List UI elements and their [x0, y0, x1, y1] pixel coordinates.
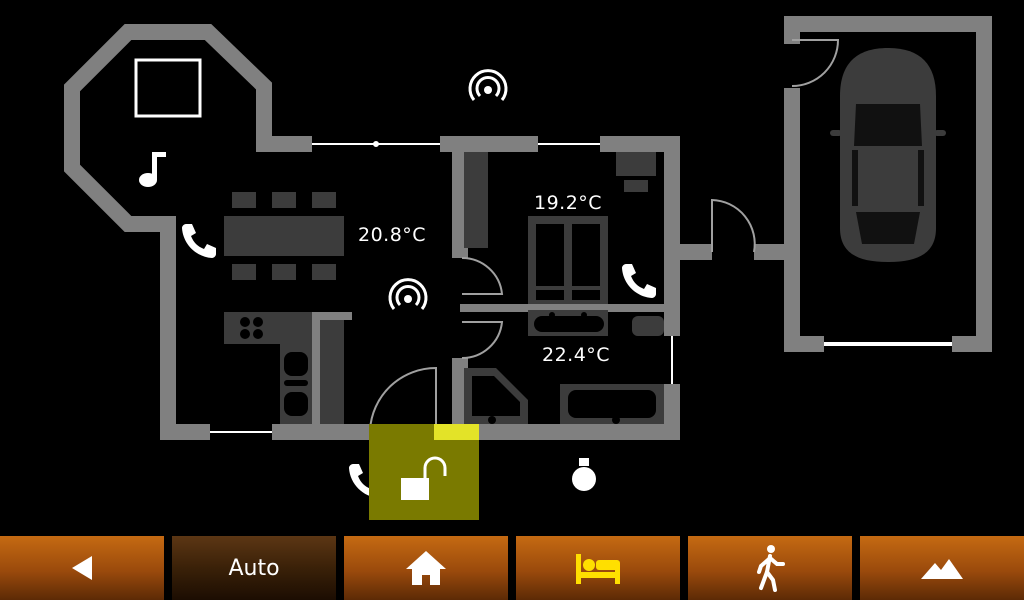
lock-highlight	[434, 424, 479, 440]
bathroom-fixtures	[464, 368, 664, 424]
music-note-icon[interactable]	[136, 148, 170, 188]
bathroom-temperature: 22.4°C	[542, 344, 611, 366]
home-icon	[406, 551, 446, 585]
mountain-icon	[921, 559, 963, 579]
front-door-lock[interactable]	[369, 424, 479, 520]
sleep-mode-button[interactable]	[516, 536, 680, 600]
away-mode-button[interactable]	[688, 536, 852, 600]
vacation-mode-button[interactable]	[860, 536, 1024, 600]
living-temperature: 20.8°C	[358, 224, 427, 246]
back-arrow-icon	[72, 556, 92, 580]
dining-furniture	[224, 192, 344, 280]
mode-auto-label: Auto	[228, 555, 280, 581]
wifi-sensor-icon[interactable]	[466, 68, 510, 108]
phone-icon[interactable]	[180, 220, 220, 260]
phone-icon[interactable]	[620, 260, 660, 300]
tv-frame	[134, 58, 202, 118]
bedroom-temperature: 19.2°C	[534, 192, 603, 214]
bed-icon	[576, 554, 620, 584]
mode-auto-button[interactable]: Auto	[172, 536, 336, 600]
car	[830, 48, 946, 262]
home-mode-button[interactable]	[344, 536, 508, 600]
vase-icon[interactable]	[568, 456, 600, 494]
walking-person-icon	[757, 545, 785, 592]
bottom-navigation: Auto	[0, 536, 1024, 600]
kitchen	[224, 312, 344, 424]
wifi-sensor-icon[interactable]	[386, 277, 430, 317]
floor-plan	[64, 16, 992, 440]
back-button[interactable]	[0, 536, 164, 600]
unlocked-padlock-icon	[401, 456, 447, 500]
